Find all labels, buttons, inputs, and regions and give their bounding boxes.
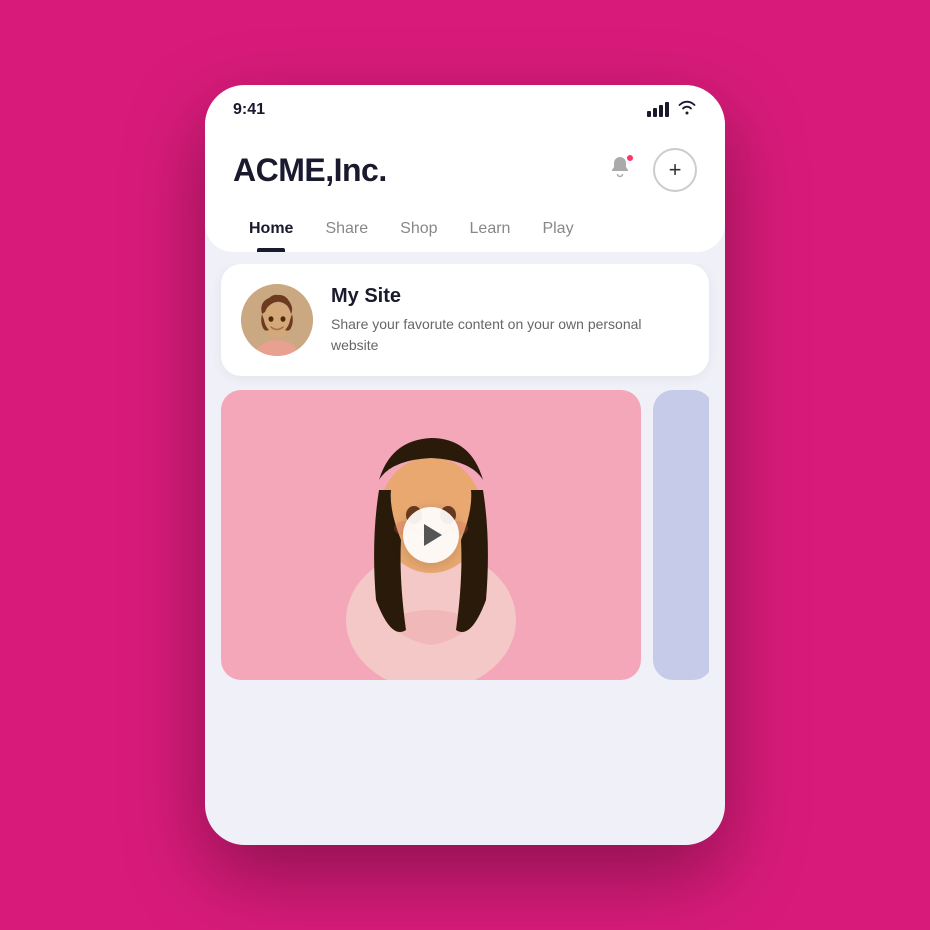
my-site-info: My Site Share your favorute content on y… xyxy=(331,285,689,355)
tab-share[interactable]: Share xyxy=(309,210,384,252)
status-time: 9:41 xyxy=(233,101,265,119)
my-site-card[interactable]: My Site Share your favorute content on y… xyxy=(221,264,709,376)
nav-tabs: Home Share Shop Learn Play xyxy=(233,210,697,252)
status-icons xyxy=(647,99,697,120)
tab-home[interactable]: Home xyxy=(233,210,309,252)
avatar-image xyxy=(241,284,313,356)
signal-icon xyxy=(647,102,669,117)
wifi-icon xyxy=(677,99,697,120)
side-card xyxy=(653,390,709,680)
phone-frame: 9:41 ACME,Inc. xyxy=(205,85,725,845)
play-button[interactable] xyxy=(403,507,459,563)
tab-shop[interactable]: Shop xyxy=(384,210,453,252)
my-site-title: My Site xyxy=(331,285,689,308)
play-icon xyxy=(424,524,442,546)
avatar xyxy=(241,284,313,356)
header-card: ACME,Inc. + Home xyxy=(205,130,725,252)
plus-icon: + xyxy=(669,157,682,183)
notification-button[interactable] xyxy=(599,149,641,191)
video-card[interactable] xyxy=(221,390,641,680)
add-button[interactable]: + xyxy=(653,148,697,192)
status-bar: 9:41 xyxy=(205,85,725,130)
header-actions: + xyxy=(599,148,697,192)
tab-play[interactable]: Play xyxy=(526,210,589,252)
notification-dot xyxy=(625,153,635,163)
tab-learn[interactable]: Learn xyxy=(454,210,527,252)
app-title: ACME,Inc. xyxy=(233,152,387,189)
content-area: My Site Share your favorute content on y… xyxy=(205,264,725,845)
video-section xyxy=(221,390,709,680)
my-site-description: Share your favorute content on your own … xyxy=(331,314,689,355)
app-header: ACME,Inc. + xyxy=(233,140,697,210)
